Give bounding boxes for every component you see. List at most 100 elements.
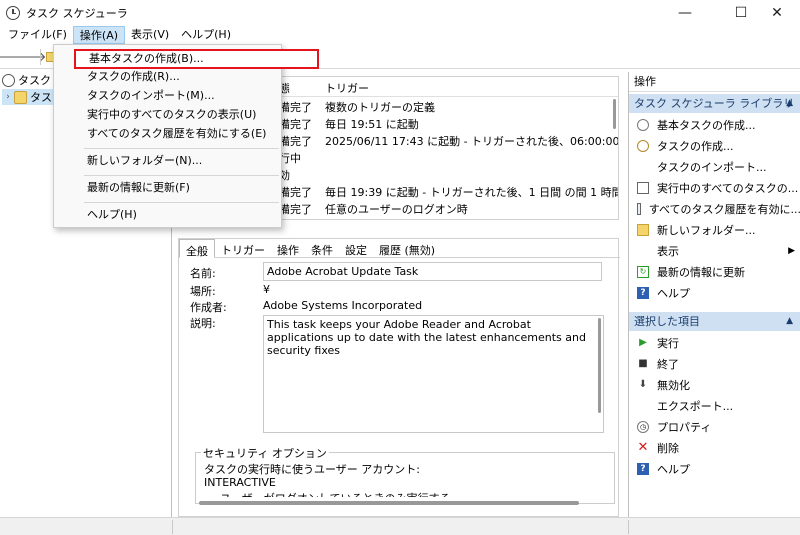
task-trigger: 毎日 19:39 に起動 - トリガーされた後、1 日間 の間 1 時間 ごとに… [325,186,618,199]
chevron-right-icon[interactable]: › [2,92,14,102]
menu-divider [84,175,279,176]
properties-icon: ◷ [637,420,649,433]
task-status: 備完了 [279,135,312,148]
menu-divider [84,202,279,203]
stop-icon: ■ [638,358,648,369]
action-new-folder[interactable]: 新しいフォルダー... [629,219,800,240]
action-label: すべてのタスク履歴を有効に... [648,202,800,216]
running-tasks-icon [637,181,649,194]
action-disable[interactable]: ⬇ 無効化 [629,374,800,395]
collapse-up-icon[interactable]: ▲ [786,94,793,113]
tree-library[interactable]: › タス [2,89,56,105]
description-field[interactable]: This task keeps your Adobe Reader and Ac… [263,315,604,433]
menu-item-create-basic-task[interactable]: 基本タスクの作成(B)... [74,49,319,69]
selected-item-section-header[interactable]: 選択した項目 ▲ [629,312,800,331]
action-export[interactable]: エクスポート... [629,395,800,416]
refresh-icon: ↻ [637,265,649,278]
status-bar [0,517,800,535]
menu-item-import-task[interactable]: タスクのインポート(M)... [54,86,281,106]
task-trigger: 2025/06/11 17:43 に起動 - トリガーされた後、06:00:00… [325,135,619,148]
security-options-group: セキュリティ オプション タスクの実行時に使うユーザー アカウント: INTER… [195,445,615,504]
menu-item-show-running-tasks[interactable]: 実行中のすべてのタスクの表示(U) [54,105,281,125]
name-field[interactable]: Adobe Acrobat Update Task [263,262,602,281]
description-label: 説明: [190,317,216,330]
history-icon [637,202,641,215]
menu-divider [84,148,279,149]
menu-view[interactable]: 表示(V) [125,26,175,44]
action-label: 実行中のすべてのタスクの... [657,181,799,195]
action-create-task[interactable]: タスクの作成... [629,135,800,156]
action-create-basic-task[interactable]: 基本タスクの作成... [629,114,800,135]
action-label: 新しいフォルダー... [657,223,756,237]
clock-icon [2,73,15,87]
menu-item-enable-history[interactable]: すべてのタスク履歴を有効にする(E) [54,124,281,144]
menu-action[interactable]: 操作(A) [72,26,126,44]
folder-icon [14,90,27,104]
action-show-running-tasks[interactable]: 実行中のすべてのタスクの... [629,177,800,198]
menu-bar: ファイル(F) 操作(A) 表示(V) ヘルプ(H) [0,25,800,45]
description-scrollbar[interactable] [598,318,601,413]
menu-item-help[interactable]: ヘルプ(H) [54,205,281,225]
task-status: 備完了 [279,203,312,216]
actions-title: 操作 [629,72,800,92]
tab-actions[interactable]: 操作 [271,239,305,258]
column-trigger[interactable]: トリガー [325,80,369,96]
minimize-button[interactable]: — [662,0,708,25]
menu-file[interactable]: ファイル(F) [2,26,73,44]
forward-arrow-icon[interactable]: 🡒 [12,48,47,66]
folder-icon [637,223,649,236]
tab-general[interactable]: 全般 [179,239,215,258]
play-icon: ▶ [639,337,647,348]
action-label: 実行 [657,336,679,350]
action-properties[interactable]: ◷ プロパティ [629,416,800,437]
run-as-label: タスクの実行時に使うユーザー アカウント: [204,463,420,476]
action-label: ヘルプ [657,286,690,300]
name-label: 名前: [190,267,216,280]
run-as-value: INTERACTIVE [204,476,276,489]
menu-item-refresh[interactable]: 最新の情報に更新(F) [54,178,281,198]
action-help-selected[interactable]: ? ヘルプ [629,458,800,479]
action-enable-history[interactable]: すべてのタスク履歴を有効に... [629,198,800,219]
security-options-title: セキュリティ オプション [201,445,329,461]
collapse-up-icon[interactable]: ▲ [786,312,793,331]
tab-triggers[interactable]: トリガー [215,239,271,258]
action-run[interactable]: ▶ 実行 [629,332,800,353]
action-label: エクスポート... [657,399,734,413]
actions-pane: 操作 タスク スケジューラ ライブラリ ▲ 基本タスクの作成... タスクの作成… [628,72,800,517]
menu-help[interactable]: ヘルプ(H) [175,26,237,44]
tab-settings[interactable]: 設定 [339,239,373,258]
tab-conditions[interactable]: 条件 [305,239,339,258]
task-status: 備完了 [279,118,312,131]
close-button[interactable]: ✕ [754,0,800,25]
action-end[interactable]: ■ 終了 [629,353,800,374]
menu-item-new-folder[interactable]: 新しいフォルダー(N)... [54,151,281,171]
library-section-header[interactable]: タスク スケジューラ ライブラリ ▲ [629,94,800,113]
action-label: 表示 [657,244,679,258]
tab-history[interactable]: 履歴 (無効) [373,239,441,258]
task-trigger: 毎日 19:51 に起動 [325,118,419,131]
action-view[interactable]: 表示 ▶ [629,240,800,261]
clock-icon [6,5,20,20]
menu-item-create-task[interactable]: タスクの作成(R)... [54,67,281,87]
author-value: Adobe Systems Incorporated [263,299,423,312]
scrollbar-thumb[interactable] [613,99,616,129]
status-bar-divider [172,520,173,534]
action-label: プロパティ [657,420,712,434]
action-delete[interactable]: ✕ 削除 [629,437,800,458]
action-menu-dropdown: 基本タスクの作成(B)... タスクの作成(R)... タスクのインポート(M)… [53,44,319,228]
action-refresh[interactable]: ↻ 最新の情報に更新 [629,261,800,282]
action-label: ヘルプ [657,462,690,476]
task-status: 備完了 [279,101,312,114]
create-task-icon [637,139,649,152]
action-label: タスクの作成... [657,139,734,153]
action-help[interactable]: ? ヘルプ [629,282,800,303]
task-list-scrollbar[interactable] [608,97,618,219]
run-when-logged-on-option[interactable]: ユーザーがログオンしているときのみ実行する [220,490,450,497]
action-label: 最新の情報に更新 [657,265,745,279]
toolbar-divider [40,48,41,65]
detail-horizontal-scrollbar[interactable] [199,501,579,505]
tree-library-label: タス [30,91,52,104]
action-import-task[interactable]: タスクのインポート... [629,156,800,177]
task-status: 備完了 [279,186,312,199]
location-label: 場所: [190,285,216,298]
